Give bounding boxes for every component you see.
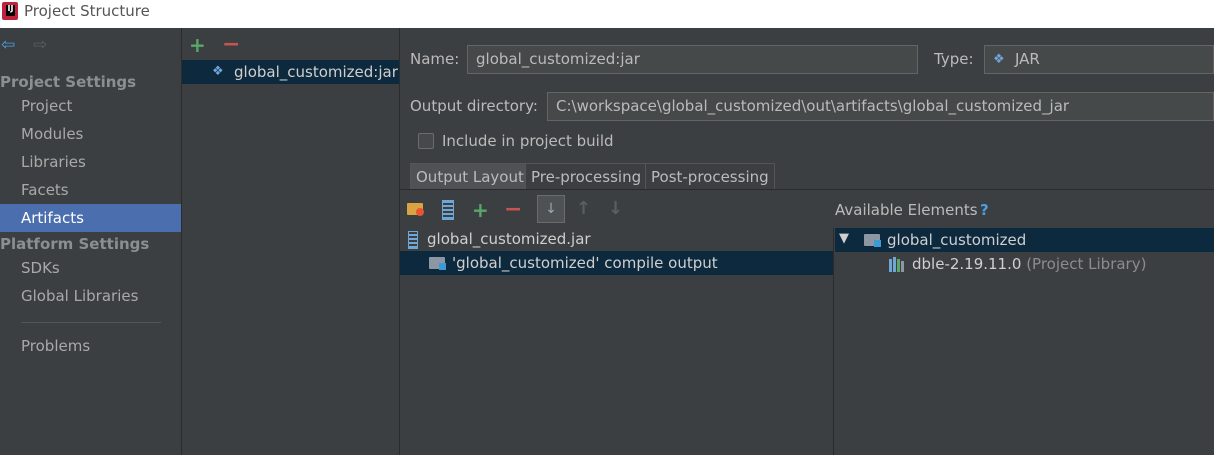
jar-type-icon: ❖ xyxy=(993,52,1005,67)
sidebar-item-global-libraries[interactable]: Global Libraries xyxy=(0,282,181,310)
expand-arrow-icon[interactable]: ▼ xyxy=(839,231,849,246)
library-icon xyxy=(889,257,905,272)
module-folder-icon xyxy=(864,234,881,247)
output-directory-label: Output directory: xyxy=(410,97,538,115)
library-note: (Project Library) xyxy=(1026,255,1147,273)
settings-sidebar: ⇦ ⇨ Project Settings Project Modules Lib… xyxy=(0,28,182,455)
sidebar-item-facets[interactable]: Facets xyxy=(0,176,181,204)
tree-row-jar[interactable]: global_customized.jar xyxy=(400,228,833,251)
tab-output-layout[interactable]: Output Layout xyxy=(410,163,530,190)
available-elements-tree: ▼ global_customized dble-2.19.11.0 (Proj… xyxy=(835,228,1214,455)
sidebar-divider xyxy=(21,322,161,323)
move-up-icon[interactable]: ↑ xyxy=(576,198,591,219)
sort-elements-icon[interactable]: ↓ xyxy=(537,195,565,223)
intellij-logo-icon: IJ xyxy=(2,2,18,20)
artifact-list-panel: + − ❖ global_customized:jar xyxy=(182,28,400,455)
module-output-folder-icon xyxy=(429,257,446,270)
new-directory-icon[interactable] xyxy=(407,203,424,216)
jar-file-icon xyxy=(408,231,418,249)
jar-root-label: global_customized.jar xyxy=(427,230,591,248)
add-copy-icon[interactable]: + xyxy=(472,200,489,220)
name-label: Name: xyxy=(410,50,460,68)
tree-row-module[interactable]: ▼ global_customized xyxy=(835,228,1214,252)
type-value: JAR xyxy=(1015,50,1040,68)
window-title: Project Structure xyxy=(24,2,150,20)
available-elements-title: Available Elements xyxy=(835,201,978,219)
create-archive-icon[interactable] xyxy=(442,200,454,220)
tree-row-compile-output[interactable]: 'global_customized' compile output xyxy=(400,251,833,275)
help-icon[interactable]: ? xyxy=(980,201,989,219)
output-layout-tree: global_customized.jar 'global_customized… xyxy=(400,228,834,455)
sidebar-item-modules[interactable]: Modules xyxy=(0,120,181,148)
name-field[interactable]: global_customized:jar xyxy=(467,45,918,74)
sidebar-item-sdks[interactable]: SDKs xyxy=(0,254,181,282)
compile-output-label: 'global_customized' compile output xyxy=(452,254,718,272)
remove-element-icon[interactable]: − xyxy=(504,199,522,221)
sidebar-item-project[interactable]: Project xyxy=(0,92,181,120)
artifact-item-label: global_customized:jar xyxy=(234,63,398,81)
platform-settings-header: Platform Settings xyxy=(0,235,150,253)
type-select[interactable]: ❖ JAR xyxy=(984,45,1214,74)
jar-artifact-icon: ❖ xyxy=(212,64,224,79)
include-in-build-checkbox[interactable] xyxy=(418,133,434,149)
include-in-build-label: Include in project build xyxy=(442,132,614,150)
move-down-icon[interactable]: ↓ xyxy=(608,198,623,219)
artifact-list-item[interactable]: ❖ global_customized:jar xyxy=(182,60,399,84)
back-arrow-icon[interactable]: ⇦ xyxy=(1,37,15,54)
output-layout-toolbar: + − ↓ ↑ ↓ xyxy=(400,190,834,229)
new-badge-icon xyxy=(416,208,424,216)
tab-pre-processing[interactable]: Pre-processing xyxy=(525,163,648,190)
type-label: Type: xyxy=(934,50,974,68)
library-entry: dble-2.19.11.0 (Project Library) xyxy=(912,255,1146,273)
tree-row-library[interactable]: dble-2.19.11.0 (Project Library) xyxy=(835,252,1214,276)
project-settings-header: Project Settings xyxy=(0,73,137,91)
title-bar: IJ Project Structure xyxy=(0,0,1214,28)
sidebar-item-problems[interactable]: Problems xyxy=(0,332,181,360)
remove-artifact-icon[interactable]: − xyxy=(222,34,240,56)
module-label: global_customized xyxy=(887,231,1027,249)
sidebar-item-artifacts[interactable]: Artifacts xyxy=(0,204,181,232)
tab-post-processing[interactable]: Post-processing xyxy=(645,163,775,190)
logo-text: IJ xyxy=(6,5,15,16)
artifact-detail-panel: Name: global_customized:jar Type: ❖ JAR … xyxy=(400,28,1214,455)
add-artifact-icon[interactable]: + xyxy=(189,35,206,55)
library-name: dble-2.19.11.0 xyxy=(912,255,1022,273)
sidebar-item-libraries[interactable]: Libraries xyxy=(0,148,181,176)
output-directory-field[interactable]: C:\workspace\global_customized\out\artif… xyxy=(547,92,1214,121)
forward-arrow-icon[interactable]: ⇨ xyxy=(33,37,47,54)
